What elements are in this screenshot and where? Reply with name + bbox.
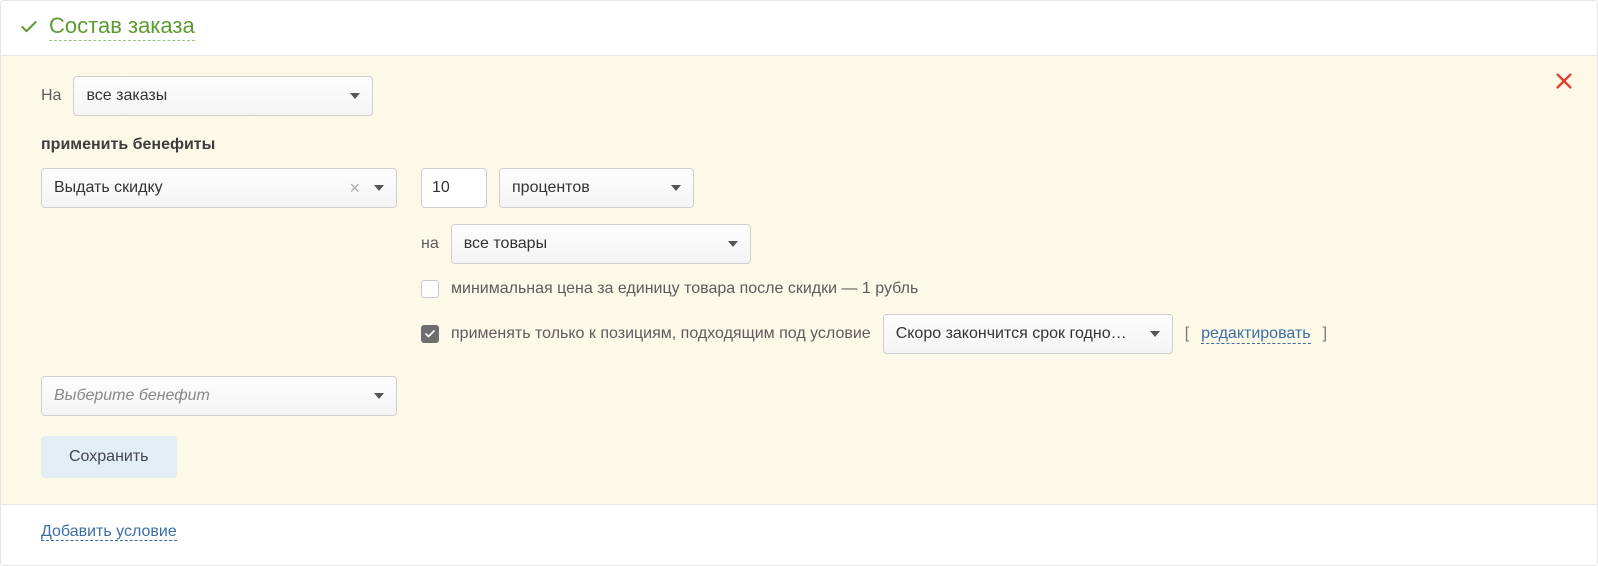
amount-row: процентов (421, 168, 1557, 208)
min-price-label: минимальная цена за единицу товара после… (451, 280, 918, 298)
add-benefit-row: Выберите бенефит (41, 376, 1557, 416)
scope-label: На (41, 87, 61, 105)
target-row: на все товары (421, 224, 1557, 264)
scope-select-value: все заказы (86, 87, 167, 105)
add-benefit-placeholder: Выберите бенефит (54, 387, 210, 405)
order-composition-panel: Состав заказа На все заказы применить бе… (0, 0, 1598, 566)
condition-select-value: Скоро закончится срок годно… (896, 325, 1127, 343)
benefit-left-col: Выдать скидку × (41, 168, 397, 208)
target-label: на (421, 235, 439, 253)
caret-down-icon (671, 185, 681, 191)
target-select-value: все товары (464, 235, 547, 253)
min-price-row: минимальная цена за единицу товара после… (421, 280, 1557, 298)
caret-down-icon (728, 241, 738, 247)
apply-condition-checkbox[interactable]: применять только к позициям, подходящим … (421, 325, 871, 343)
min-price-checkbox[interactable]: минимальная цена за единицу товара после… (421, 280, 918, 298)
panel-footer: Добавить условие (1, 505, 1597, 565)
unit-select[interactable]: процентов (499, 168, 694, 208)
caret-down-icon (374, 393, 384, 399)
benefits-heading-row: применить бенефиты (41, 136, 1557, 154)
scope-row: На все заказы (41, 76, 1557, 116)
benefit-type-value: Выдать скидку (54, 179, 163, 197)
unit-value: процентов (512, 179, 590, 197)
clear-icon[interactable]: × (349, 179, 360, 197)
benefits-grid: Выдать скидку × процентов на все то (41, 168, 1557, 354)
add-condition-link[interactable]: Добавить условие (41, 523, 177, 541)
panel-title[interactable]: Состав заказа (49, 13, 195, 41)
edit-condition-link[interactable]: редактировать (1201, 325, 1310, 344)
scope-select[interactable]: все заказы (73, 76, 373, 116)
close-icon[interactable] (1553, 70, 1575, 92)
benefit-type-select[interactable]: Выдать скидку × (41, 168, 397, 208)
benefits-heading: применить бенефиты (41, 136, 215, 154)
bracket-close: ] (1323, 325, 1327, 343)
apply-condition-row: применять только к позициям, подходящим … (421, 314, 1557, 354)
panel-body: На все заказы применить бенефиты Выдать … (1, 56, 1597, 505)
add-benefit-select[interactable]: Выберите бенефит (41, 376, 397, 416)
caret-down-icon (374, 185, 384, 191)
condition-select[interactable]: Скоро закончится срок годно… (883, 314, 1173, 354)
panel-header: Состав заказа (1, 1, 1597, 56)
benefit-right-col: процентов на все товары (421, 168, 1557, 354)
apply-condition-label: применять только к позициям, подходящим … (451, 325, 871, 343)
caret-down-icon (350, 93, 360, 99)
amount-input[interactable] (421, 168, 487, 208)
check-icon (19, 17, 39, 37)
caret-down-icon (1150, 331, 1160, 337)
target-select[interactable]: все товары (451, 224, 751, 264)
bracket-open: [ (1185, 325, 1189, 343)
save-button[interactable]: Сохранить (41, 436, 177, 478)
